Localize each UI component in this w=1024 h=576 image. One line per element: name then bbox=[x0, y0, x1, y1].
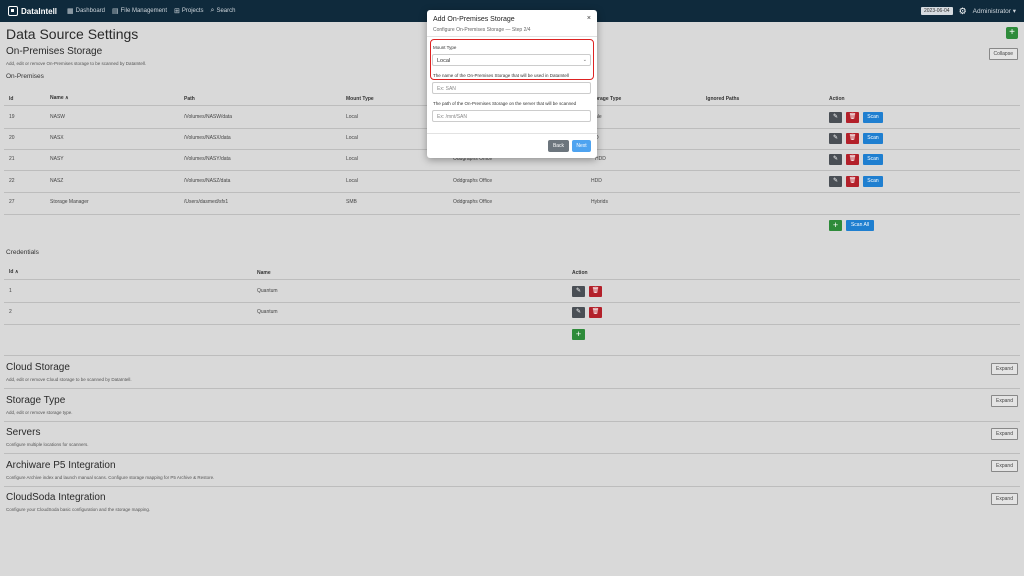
chevron-down-icon: ⌄ bbox=[582, 57, 587, 63]
storage-path-input[interactable]: Ex: /mnt/SAN bbox=[432, 110, 591, 122]
close-icon[interactable]: × bbox=[587, 15, 591, 22]
storage-name-help: The name of the On-Premises Storage that… bbox=[433, 73, 569, 78]
divider bbox=[427, 36, 597, 37]
modal-title: Add On-Premises Storage bbox=[433, 16, 515, 23]
mount-type-label: Mount Type bbox=[433, 45, 457, 50]
add-onprem-storage-modal: Add On-Premises Storage × Configure On-P… bbox=[427, 10, 597, 158]
divider bbox=[427, 133, 597, 134]
modal-step-subtitle: Configure On-Premises Storage — Step 2/4 bbox=[433, 27, 531, 33]
next-button[interactable]: Next bbox=[572, 140, 591, 152]
storage-name-input[interactable]: Ex: SAN bbox=[432, 82, 591, 94]
storage-path-help: The path of the On-Premises Storage on t… bbox=[433, 101, 577, 106]
back-button[interactable]: Back bbox=[548, 140, 569, 152]
mount-type-select[interactable]: Local ⌄ bbox=[432, 54, 591, 66]
mount-type-value: Local bbox=[437, 58, 451, 64]
